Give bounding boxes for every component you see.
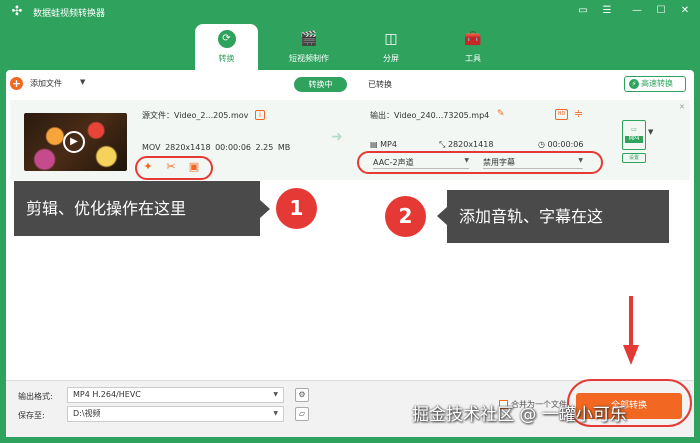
tab-split-screen[interactable]: ◫ 分屏 — [359, 24, 423, 70]
output-format-value: MP4 — [380, 140, 397, 149]
clapper-icon: 🎬 — [300, 31, 318, 47]
clock-icon: ◷ — [538, 140, 548, 149]
resolution-icon: ⤡ — [439, 140, 448, 149]
output-file-name: 输出：Video_240...73205.mp4 — [370, 111, 490, 120]
subtitle-value: 禁用字幕 — [483, 158, 515, 167]
minimize-button[interactable]: — — [628, 3, 646, 19]
play-icon[interactable]: ▶ — [63, 131, 85, 153]
format-settings-icon[interactable]: ⚙ — [295, 388, 309, 402]
save-to-label: 保存至: — [18, 411, 45, 420]
tab-split-screen-label: 分屏 — [383, 54, 399, 63]
step-badge-2: 2 — [385, 196, 426, 237]
arrow-down-icon — [623, 345, 639, 365]
scissors-icon[interactable]: ✂ — [165, 160, 177, 174]
annotation-callout-1: 剪辑、优化操作在这里 — [14, 181, 260, 236]
chevron-down-icon: ▼ — [273, 410, 278, 417]
maximize-button[interactable]: ☐ — [652, 3, 670, 19]
format-badge: MP4 — [625, 136, 643, 143]
output-format-button[interactable]: ▭ MP4 — [622, 120, 646, 150]
source-file-name: 源文件：Video_2...205.mov — [142, 111, 249, 120]
feedback-icon[interactable]: ▭ — [574, 3, 592, 19]
settings-button[interactable]: 设置 — [622, 153, 646, 163]
chevron-down-icon[interactable]: ▼ — [648, 128, 653, 136]
annotation-callout-2: 添加音轨、字幕在这 — [447, 190, 669, 243]
arrow-right-icon: ➜ — [331, 129, 343, 145]
crop-edit-icon[interactable]: ▣ — [188, 160, 200, 174]
save-path-select[interactable]: D:\视频 ▼ — [67, 406, 284, 422]
callout-pointer — [260, 200, 270, 218]
split-icon[interactable]: ≑ — [574, 107, 583, 120]
bolt-icon: ⚡ — [629, 79, 639, 89]
close-icon[interactable]: ✕ — [679, 103, 685, 111]
source-file-meta: MOV 2820x1418 00:00:06 2.25 MB — [142, 143, 291, 152]
pencil-icon[interactable]: ✎ — [497, 109, 505, 119]
annotation-arrow — [629, 296, 633, 348]
output-format-select[interactable]: MP4 H.264/HEVC ▼ — [67, 387, 284, 403]
output-resolution: ⤡ 2820x1418 — [439, 140, 493, 150]
output-resolution-value: 2820x1418 — [447, 140, 494, 149]
subtitle-select[interactable]: 禁用字幕 ▼ — [483, 157, 583, 169]
tab-convert-label: 转换 — [218, 54, 235, 63]
output-format-select-value: MP4 H.264/HEVC — [73, 390, 141, 399]
app-logo-icon: ✣ — [11, 4, 23, 19]
chevron-down-icon[interactable]: ▼ — [80, 78, 85, 86]
output-format: ▤ MP4 — [370, 140, 397, 149]
convert-icon: ⟳ — [217, 30, 236, 48]
tab-short-video[interactable]: 🎬 短视频制作 — [277, 24, 341, 70]
fast-convert-button[interactable]: ⚡ 高速转换 — [624, 76, 686, 92]
audio-track-value: AAC-2声道 — [373, 158, 414, 167]
folder-icon[interactable]: ▱ — [295, 407, 309, 421]
plus-icon: + — [10, 77, 23, 90]
output-duration-value: 00:00:06 — [547, 140, 584, 149]
output-duration: ◷ 00:00:06 — [538, 140, 583, 149]
chevron-down-icon: ▼ — [464, 157, 469, 164]
tab-short-video-label: 短视频制作 — [289, 54, 329, 63]
info-icon[interactable]: i — [255, 110, 265, 120]
save-path-value: D:\视频 — [73, 409, 101, 418]
watermark: 掘金技术社区 @ 一罐小可乐 — [412, 405, 627, 425]
enhance-icon[interactable]: ✦ — [142, 160, 154, 174]
tab-convert[interactable]: ⟳ 转换 — [195, 24, 258, 70]
hd-icon[interactable]: HD — [555, 109, 568, 120]
app-title: 数据蛙视频转换器 — [33, 9, 106, 19]
add-file-label: 添加文件 — [30, 79, 62, 88]
toolbox-icon: 🧰 — [464, 31, 482, 47]
fast-convert-label: 高速转换 — [641, 79, 673, 88]
step-badge-1: 1 — [276, 188, 317, 229]
menu-icon[interactable]: ☰ — [598, 3, 616, 19]
split-screen-icon: ◫ — [384, 31, 398, 47]
chevron-down-icon: ▼ — [578, 157, 583, 164]
tab-tools-label: 工具 — [465, 54, 481, 63]
chevron-down-icon: ▼ — [273, 391, 278, 398]
callout-pointer — [437, 207, 447, 225]
audio-track-select[interactable]: AAC-2声道 ▼ — [373, 157, 469, 169]
close-button[interactable]: ✕ — [676, 3, 694, 19]
output-format-label: 输出格式: — [18, 392, 53, 401]
tab-converted[interactable]: 已转换 — [355, 77, 405, 92]
file-icon: ▤ — [370, 140, 381, 149]
tab-converting[interactable]: 转换中 — [294, 77, 347, 92]
tab-tools[interactable]: 🧰 工具 — [441, 24, 505, 70]
